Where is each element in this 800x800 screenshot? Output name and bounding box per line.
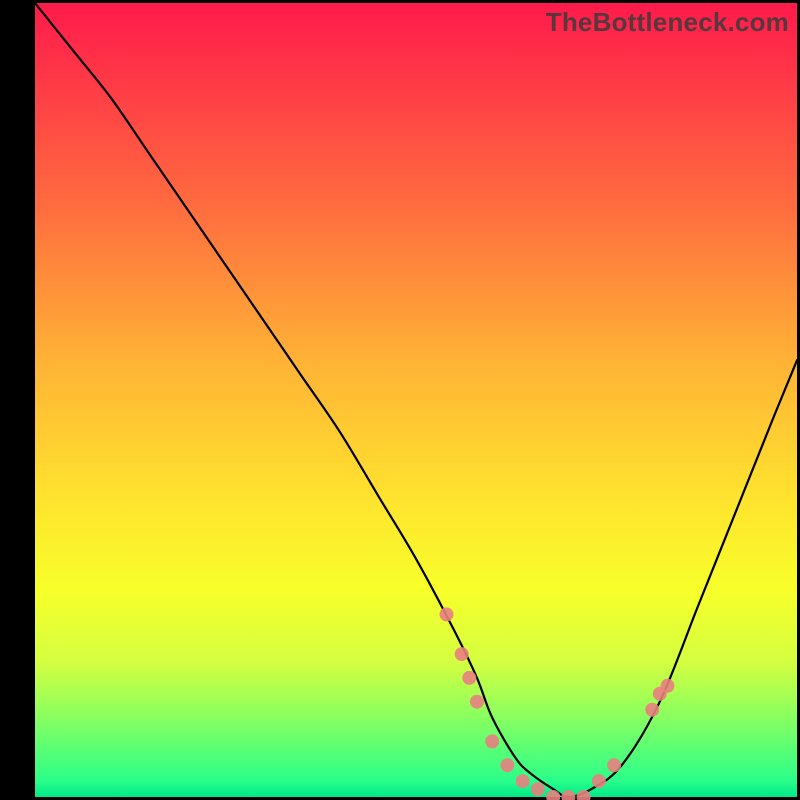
marker-point [462, 671, 476, 685]
marker-point [485, 734, 499, 748]
curve-svg [35, 3, 797, 797]
marker-point [516, 774, 530, 788]
marker-point [645, 703, 659, 717]
chart-stage: TheBottleneck.com [0, 0, 800, 800]
marker-point [531, 782, 545, 796]
marker-point [470, 695, 484, 709]
marker-point [592, 774, 606, 788]
marker-point [500, 758, 514, 772]
marker-point [661, 679, 675, 693]
plot-area: TheBottleneck.com [35, 3, 797, 797]
marker-point [561, 790, 575, 800]
marker-point [440, 607, 454, 621]
marker-point [455, 647, 469, 661]
highlight-points [440, 607, 675, 800]
marker-point [607, 758, 621, 772]
bottleneck-curve [35, 3, 797, 797]
